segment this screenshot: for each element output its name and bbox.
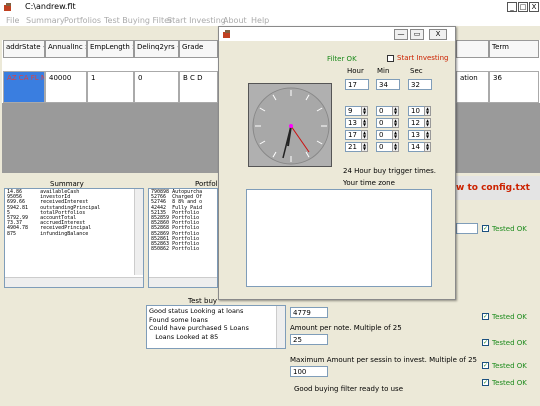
dialog-maximize-button[interactable]: ▭: [410, 29, 424, 40]
cell-delinq2yrs[interactable]: 0: [134, 71, 179, 103]
column-header-term[interactable]: Term: [489, 40, 539, 58]
trigger-3-m-spinner[interactable]: ▲ ▼: [392, 142, 399, 152]
trigger-3-s-spinner[interactable]: ▲ ▼: [424, 142, 431, 152]
trigger-2-m-spinner[interactable]: ▲ ▼: [392, 130, 399, 140]
test-buy-lines: Good status Looking at loans Found some …: [149, 307, 249, 341]
summary-hscroll[interactable]: [5, 277, 143, 287]
summary-heading: Summary: [50, 180, 84, 188]
filter-ok-label: Filter OK: [327, 55, 357, 63]
menu-about[interactable]: About: [223, 16, 247, 25]
trigger-3-h-spinner[interactable]: ▲ ▼: [361, 142, 368, 152]
menu-help[interactable]: Help: [251, 16, 269, 25]
column-header-blank[interactable]: [456, 40, 489, 58]
portfolios-heading: Portfoli: [195, 180, 220, 188]
trigger-2-s-spinner[interactable]: ▲ ▼: [424, 130, 431, 140]
cell-ation[interactable]: ation: [456, 71, 489, 103]
hour-label: Hour: [347, 67, 364, 75]
test-buy-listbox[interactable]: Good status Looking at loans Found some …: [146, 305, 286, 349]
timezone-label: Your time zone: [343, 179, 395, 187]
tested-ok-checkbox-2[interactable]: ✓: [482, 313, 489, 320]
column-header-delinq2yrs[interactable]: Delinq2yrs <=: [134, 40, 179, 58]
test-buy-vscroll[interactable]: [276, 306, 285, 348]
tested-ok-checkbox-1[interactable]: ✓: [482, 225, 489, 232]
trigger-1-s-spinner[interactable]: ▲ ▼: [424, 118, 431, 128]
column-header-grade[interactable]: Grade: [179, 40, 218, 58]
menu-summary[interactable]: Summary: [26, 16, 65, 25]
portfolios-listbox[interactable]: 790898 Autopurcha 52766 Charged Of 52746…: [148, 188, 218, 288]
analog-clock: [248, 83, 332, 167]
tested-ok-label-5: Tested OK: [492, 379, 527, 387]
start-investing-checkbox[interactable]: [387, 55, 394, 62]
timezone-listbox[interactable]: [246, 189, 432, 287]
tested-ok-checkbox-3[interactable]: ✓: [482, 339, 489, 346]
column-header-annualinc[interactable]: AnnualInc >=: [45, 40, 87, 58]
field-4779[interactable]: 4779: [290, 307, 328, 318]
dialog-minimize-button[interactable]: —: [394, 29, 408, 40]
trigger-0-m-spinner[interactable]: ▲ ▼: [392, 106, 399, 116]
right-field-top[interactable]: [456, 223, 478, 234]
sec-input[interactable]: 32: [408, 79, 432, 90]
cell-term[interactable]: 36: [489, 71, 539, 103]
menu-test-buying-filter[interactable]: Test Buying Filter: [104, 16, 172, 25]
column-header-emplength[interactable]: EmpLength >=: [87, 40, 134, 58]
min-input[interactable]: 34: [376, 79, 400, 90]
window-title: C:\andrew.flt: [25, 2, 76, 11]
trigger-0-h-spinner[interactable]: ▲ ▼: [361, 106, 368, 116]
summary-lines: 14.86 availableCash 95056 investorId 699…: [7, 189, 101, 237]
amount-per-note-label: Amount per note. Multiple of 25: [290, 324, 402, 332]
column-header-addrstate[interactable]: addrState <>: [3, 40, 45, 58]
amount-per-note-input[interactable]: 25: [290, 334, 328, 345]
summary-listbox[interactable]: 14.86 availableCash 95056 investorId 699…: [4, 188, 144, 288]
start-investing-dialog: — ▭ X Filter OK Start Investing Hour Min…: [218, 26, 456, 300]
trigger-caption: 24 Hour buy trigger times.: [343, 167, 437, 175]
test-buy-heading: Test buy: [188, 297, 218, 305]
maximize-button[interactable]: □: [518, 2, 528, 12]
max-amount-label: Maximum Amount per sessin to invest. Mul…: [290, 356, 477, 364]
tested-ok-label-2: Tested OK: [492, 313, 527, 321]
menu-file[interactable]: File: [6, 16, 19, 25]
tested-ok-checkbox-4[interactable]: ✓: [482, 362, 489, 369]
trigger-2-h-spinner[interactable]: ▲ ▼: [361, 130, 368, 140]
hour-input[interactable]: 17: [345, 79, 369, 90]
tested-ok-label-4: Tested OK: [492, 362, 527, 370]
dialog-close-button[interactable]: X: [429, 29, 447, 40]
trigger-1-h-spinner[interactable]: ▲ ▼: [361, 118, 368, 128]
cell-addrstate[interactable]: AZ CA FL NV: [3, 71, 45, 103]
max-amount-input[interactable]: 100: [290, 366, 328, 377]
close-button[interactable]: X: [529, 2, 539, 12]
tested-ok-label-3: Tested OK: [492, 339, 527, 347]
portfolio-lines: 790898 Autopurcha 52766 Charged Of 52746…: [151, 189, 203, 253]
cell-grade[interactable]: B C D: [179, 71, 218, 103]
config-banner-text: w to config.txt: [456, 183, 530, 193]
clock-face-icon: [252, 87, 330, 165]
start-investing-label: Start Investing: [397, 54, 449, 62]
title-bar: [0, 0, 540, 14]
app-icon: [4, 3, 11, 11]
menu-start-investing[interactable]: Start Investing: [167, 16, 226, 25]
cell-annualinc[interactable]: 40000: [45, 71, 87, 103]
minimize-button[interactable]: _: [507, 2, 517, 12]
menu-portfolios[interactable]: Portfolios: [64, 16, 101, 25]
portfolios-hscroll[interactable]: [149, 277, 217, 287]
ready-label: Good buying filter ready to use: [294, 385, 404, 393]
dialog-app-icon: [223, 30, 230, 38]
sec-label: Sec: [410, 67, 423, 75]
min-label: Min: [377, 67, 390, 75]
tested-ok-checkbox-5[interactable]: ✓: [482, 379, 489, 386]
summary-vscroll[interactable]: [134, 189, 143, 275]
tested-ok-label-1: Tested OK: [492, 225, 527, 233]
cell-emplength[interactable]: 1: [87, 71, 134, 103]
trigger-1-m-spinner[interactable]: ▲ ▼: [392, 118, 399, 128]
trigger-0-s-spinner[interactable]: ▲ ▼: [424, 106, 431, 116]
